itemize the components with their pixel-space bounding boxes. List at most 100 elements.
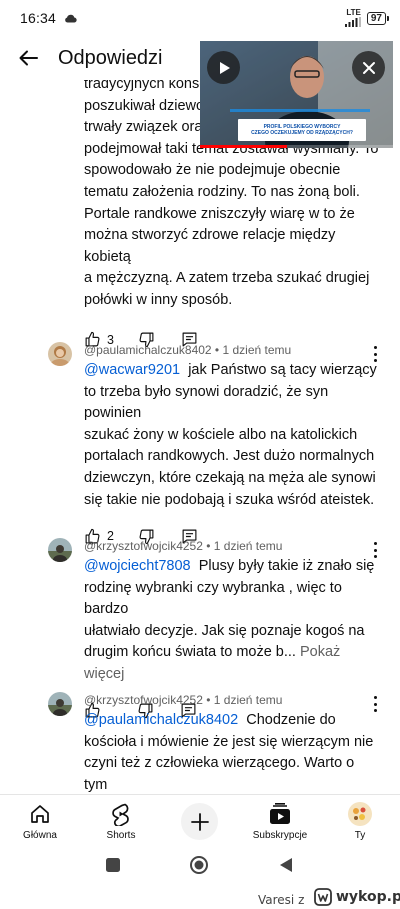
comment-line-text: czyni też z człowieka wierzącego. Warto … (84, 755, 355, 793)
nav-shorts[interactable]: Shorts (100, 795, 142, 847)
comment-line: można stworzyć zdrowe relacje między kob… (84, 227, 336, 265)
comment-line-text: szukać żony w kościele albo na katolicki… (84, 426, 358, 443)
comment-author[interactable]: @paulamichalczuk8402 (84, 343, 212, 357)
avatar-image (48, 538, 72, 562)
comment-line-text: Plusy były takie iż znało się (198, 558, 375, 574)
network-type: LTE (346, 8, 361, 17)
avatar[interactable] (48, 342, 72, 366)
square-icon (106, 858, 120, 872)
comment-line: dziewczyn, które czekają na męża ale syn… (84, 468, 378, 490)
comment-age: 1 dzień temu (213, 539, 283, 553)
comment-body: @krzysztofwojcik4252 • 1 dzień temu @pau… (84, 692, 378, 794)
comment-text: @paulamichalczuk8402 Chodzenie do kościoł… (84, 710, 378, 794)
comment-meta: @paulamichalczuk8402 • 1 dzień temu (84, 343, 292, 357)
create-button[interactable] (181, 803, 218, 840)
nav-home[interactable]: Główna (18, 795, 62, 847)
back-button[interactable] (0, 36, 56, 80)
comment-line-text: dziewczyn, które czekają na męża ale syn… (84, 469, 376, 486)
wykop-logo: wykop.pl (314, 888, 400, 906)
recents-button[interactable] (103, 855, 123, 875)
play-button[interactable] (207, 51, 240, 84)
comment-line: szukać żony w kościele albo na katolicki… (84, 425, 378, 447)
video-banner: PROFIL POLSKIEGO WYBORCY CZEGO OCZEKUJEM… (238, 119, 366, 141)
comment-line: spowodowało że nie podejmuje obecnie (84, 162, 341, 179)
mini-player[interactable]: PROFIL POLSKIEGO WYBORCY CZEGO OCZEKUJEM… (200, 41, 393, 148)
comment-line: czyni też z człowieka wierzącego. Warto … (84, 753, 378, 794)
more-options-icon[interactable] (372, 346, 378, 362)
video-progress-fill (200, 145, 287, 148)
comment-line: a mężczyzną. A zatem trzeba szukać drugi… (84, 270, 370, 287)
comment-line: drugim końcu świata to może b... Pokaż w… (84, 642, 378, 685)
nav-shorts-label: Shorts (106, 830, 136, 841)
status-bar: 16:34 LTE 97 (0, 0, 400, 36)
cloud-icon (65, 14, 77, 23)
comment-age: 1 dzień temu (213, 693, 283, 707)
banner-line-2: CZEGO OCZEKUJEMY OD RZĄDZĄCYCH? (251, 130, 353, 136)
comment-meta: @krzysztofwojcik4252 • 1 dzień temu (84, 693, 283, 707)
comment-meta: @krzysztofwojcik4252 • 1 dzień temu (84, 539, 283, 553)
comment-line: tematu założenia rodziny. To nas żoną bo… (84, 183, 360, 200)
comment-line: się takie nie podobają i szuka wśród ate… (84, 490, 378, 512)
nav-home-label: Główna (23, 830, 57, 841)
avatar[interactable] (48, 692, 72, 716)
comment-line-text: to trzeba było synowi doradzić, że syn p… (84, 383, 329, 422)
mention-link[interactable]: @wacwar9201 (84, 362, 180, 378)
comment-line: kościoła i mówienie że jest się wierzący… (84, 732, 378, 754)
comment-line: ułatwiało decyzje. Jak się poznaje kogoś… (84, 621, 378, 643)
comment-line-text: kościoła i mówienie że jest się wierzący… (84, 733, 374, 750)
comment-line-text: Chodzenie do (246, 712, 336, 728)
wykop-logo-text: wykop.pl (336, 889, 400, 905)
comment-line-text: drugim końcu świata to może b... (84, 644, 296, 661)
arrow-left-icon (19, 50, 38, 66)
home-system-button[interactable] (189, 855, 209, 875)
comment-author[interactable]: @krzysztofwojcik4252 (84, 693, 203, 707)
mention-link[interactable]: @paulamichalczuk8402 (84, 712, 238, 728)
comment-line: Portale randkowe zniszczyły wiarę w to ż… (84, 205, 355, 222)
watermark: Varesi z wykop.pl (0, 884, 400, 909)
back-system-button[interactable] (276, 855, 296, 875)
nav-subscriptions[interactable]: Subskrypcje (250, 795, 310, 847)
comment-line-text: rodzinę wybranki czy wybranka , więc to … (84, 579, 342, 618)
nav-you[interactable]: Ty (344, 795, 376, 847)
close-button[interactable] (352, 51, 385, 84)
mention-link[interactable]: @wojciecht7808 (84, 558, 191, 574)
page-title: Odpowiedzi (58, 46, 163, 69)
more-options-icon[interactable] (372, 696, 378, 712)
comment-body: @paulamichalczuk8402 • 1 dzień temu @wac… (84, 342, 378, 548)
video-progress-bar[interactable] (200, 145, 393, 148)
battery-indicator: 97 (366, 11, 390, 25)
status-right: LTE 97 (344, 8, 390, 27)
comment-line: to trzeba było synowi doradzić, że syn p… (84, 382, 378, 425)
avatar[interactable] (48, 538, 72, 562)
replies-list[interactable]: tradycyjnych konse poszukiwał dziewcz trwa… (0, 80, 400, 794)
comment-text: @wojciecht7808 Plusy były takie iż znało… (84, 556, 378, 686)
watermark-connector: z (298, 893, 305, 907)
home-icon (31, 805, 49, 823)
circle-icon (190, 856, 208, 874)
nav-you-label: Ty (354, 830, 366, 841)
comment-line-text: się takie nie podobają i szuka wśród ate… (84, 491, 375, 508)
profile-avatar-icon (348, 802, 372, 826)
comment-line-text: portalach randkowych. Jest dużo normalny… (84, 448, 375, 465)
signal-group: LTE (344, 8, 361, 27)
comment-line: portalach randkowych. Jest dużo normalny… (84, 446, 378, 468)
wykop-logo-icon (314, 888, 332, 906)
status-time: 16:34 (20, 10, 57, 26)
comment-line-text: jak Państwo są tacy wierzący (188, 362, 377, 378)
more-options-icon[interactable] (372, 542, 378, 558)
play-icon (219, 61, 230, 74)
comment-author[interactable]: @krzysztofwojcik4252 (84, 539, 203, 553)
comment-line-text: ułatwiało decyzje. Jak się poznaje kogoś… (84, 622, 365, 639)
comment-line: @wacwar9201 jak Państwo są tacy wierzący (84, 360, 378, 382)
watermark-caption: Varesi z (258, 893, 304, 907)
subscriptions-icon (270, 803, 290, 824)
comment-text: @wacwar9201 jak Państwo są tacy wierzący… (84, 360, 378, 511)
watermark-author: Varesi (258, 893, 295, 907)
comment-line: @paulamichalczuk8402 Chodzenie do (84, 710, 378, 732)
nav-subscriptions-label: Subskrypcje (252, 830, 308, 841)
triangle-back-icon (280, 858, 292, 872)
close-icon (362, 61, 375, 74)
comment-age: 1 dzień temu (222, 343, 292, 357)
comment-line: rodzinę wybranki czy wybranka , więc to … (84, 578, 378, 621)
comment-line: @wojciecht7808 Plusy były takie iż znało… (84, 556, 378, 578)
